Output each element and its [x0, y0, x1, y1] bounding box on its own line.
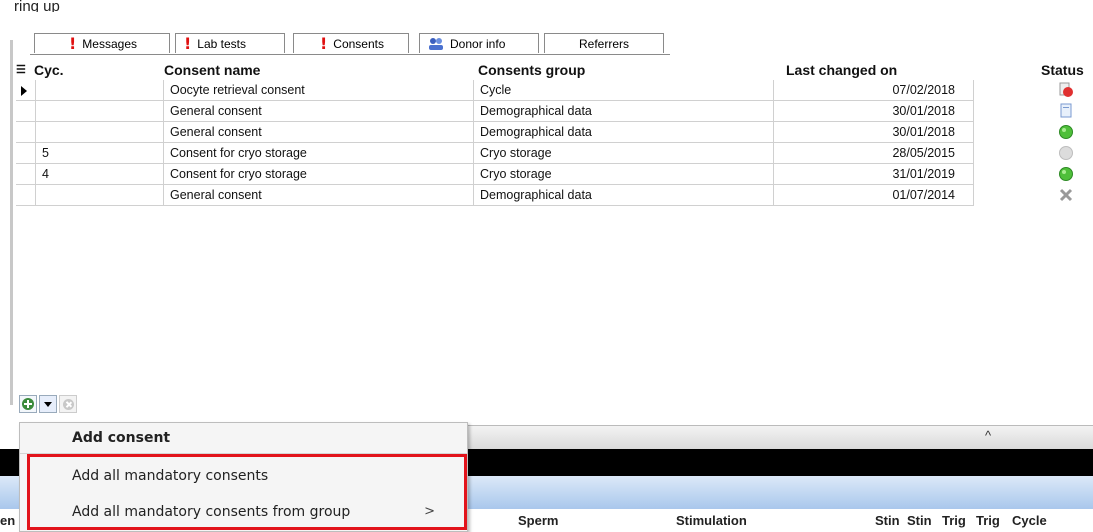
- cell-name[interactable]: Consent for cryo storage: [164, 164, 474, 185]
- panel-left-edge: [10, 40, 13, 405]
- cell-date[interactable]: 28/05/2015: [774, 143, 974, 164]
- row-indicator[interactable]: [16, 143, 36, 164]
- header-stimulation: Stimulation: [676, 513, 747, 528]
- cell-cycle[interactable]: [36, 122, 164, 143]
- red-document-icon: [1058, 82, 1074, 98]
- menu-item-label: Add consent: [72, 430, 171, 446]
- tab-label: Consents: [333, 36, 384, 51]
- cell-name[interactable]: Consent for cryo storage: [164, 143, 474, 164]
- table-row[interactable]: General consent Demographical data 30/01/2…: [16, 101, 1093, 122]
- tab-label: Referrers: [578, 36, 629, 51]
- table-row[interactable]: 5 Consent for cryo storage Cryo storage 28/…: [16, 143, 1093, 164]
- truncated-heading: ring up: [14, 0, 60, 12]
- header-stin-2: Stin: [907, 513, 932, 528]
- cell-date[interactable]: 30/01/2018: [774, 101, 974, 122]
- gray-circle-icon: [1058, 145, 1074, 161]
- exclamation-icon: !: [320, 33, 328, 53]
- chevron-up-icon[interactable]: ^: [985, 428, 991, 443]
- cell-group[interactable]: Demographical data: [474, 122, 774, 143]
- tab-strip: ! Messages ! Lab tests ! Consents Donor …: [34, 33, 674, 55]
- donor-icon: [429, 37, 443, 50]
- cell-name[interactable]: General consent: [164, 185, 474, 206]
- gray-x-icon: [1058, 187, 1074, 203]
- row-indicator[interactable]: [16, 122, 36, 143]
- header-stin-1: Stin: [875, 513, 900, 528]
- cell-group[interactable]: Cryo storage: [474, 164, 774, 185]
- row-indicator[interactable]: [16, 164, 36, 185]
- header-trig-2: Trig: [976, 513, 1000, 528]
- header-cycle[interactable]: Cyc.: [34, 60, 64, 80]
- column-chooser-icon[interactable]: ☰: [16, 60, 34, 80]
- cell-date[interactable]: 30/01/2018: [774, 122, 974, 143]
- tab-label: Messages: [82, 36, 137, 51]
- delete-consent-button[interactable]: [59, 395, 77, 413]
- cell-date[interactable]: 31/01/2019: [774, 164, 974, 185]
- table-row[interactable]: 4 Consent for cryo storage Cryo storage 31/…: [16, 164, 1093, 185]
- table-row[interactable]: General consent Demographical data 30/01/2…: [16, 122, 1093, 143]
- cell-cycle[interactable]: [36, 101, 164, 122]
- cell-name[interactable]: General consent: [164, 122, 474, 143]
- exclamation-icon: !: [184, 33, 192, 53]
- header-sperm: Sperm: [518, 513, 559, 528]
- tab-label: Donor info: [450, 36, 506, 51]
- cell-name[interactable]: General consent: [164, 101, 474, 122]
- chevron-down-icon: [44, 402, 52, 407]
- header-consent-name[interactable]: Consent name: [164, 60, 260, 80]
- header-status[interactable]: Status: [1041, 60, 1084, 80]
- tab-baseline: [30, 54, 670, 55]
- tab-lab-tests[interactable]: ! Lab tests: [175, 33, 285, 53]
- add-dropdown-button[interactable]: [39, 395, 57, 413]
- collapsed-panel-bar: [466, 425, 1093, 450]
- header-consents-group[interactable]: Consents group: [478, 60, 585, 80]
- add-consent-button[interactable]: [19, 395, 37, 413]
- cell-date[interactable]: 07/02/2018: [774, 80, 974, 101]
- tab-label: Lab tests: [197, 36, 246, 51]
- cell-cycle[interactable]: [36, 80, 164, 101]
- cell-group[interactable]: Cryo storage: [474, 143, 774, 164]
- cell-group[interactable]: Demographical data: [474, 101, 774, 122]
- header-cycle: Cycle: [1012, 513, 1047, 528]
- blue-document-icon: [1058, 103, 1074, 119]
- cell-group[interactable]: Demographical data: [474, 185, 774, 206]
- header-truncated: en: [0, 513, 16, 528]
- highlight-box: [27, 454, 467, 530]
- cell-date[interactable]: 01/07/2014: [774, 185, 974, 206]
- current-row-arrow-icon: [21, 86, 27, 96]
- header-last-changed[interactable]: Last changed on: [786, 60, 897, 80]
- plus-icon: [22, 398, 34, 410]
- cell-cycle[interactable]: [36, 185, 164, 206]
- cell-cycle[interactable]: 5: [36, 143, 164, 164]
- cell-group[interactable]: Cycle: [474, 80, 774, 101]
- cell-name[interactable]: Oocyte retrieval consent: [164, 80, 474, 101]
- tab-referrers[interactable]: Referrers: [544, 33, 664, 53]
- tab-consents[interactable]: ! Consents: [293, 33, 409, 53]
- row-indicator[interactable]: [16, 80, 36, 101]
- menu-item-add-consent[interactable]: Add consent: [20, 424, 467, 452]
- tab-messages[interactable]: ! Messages: [34, 33, 170, 53]
- table-row[interactable]: General consent Demographical data 01/07/2…: [16, 185, 1093, 206]
- exclamation-icon: !: [69, 33, 77, 53]
- consent-toolbar: [19, 395, 77, 413]
- row-indicator[interactable]: [16, 101, 36, 122]
- green-check-icon: [1058, 124, 1074, 140]
- header-trig-1: Trig: [942, 513, 966, 528]
- row-indicator[interactable]: [16, 185, 36, 206]
- tab-donor-info[interactable]: Donor info: [419, 33, 539, 53]
- table-row[interactable]: Oocyte retrieval consent Cycle 07/02/2018: [16, 80, 1093, 101]
- delete-icon: [63, 399, 74, 410]
- cell-cycle[interactable]: 4: [36, 164, 164, 185]
- green-check-icon: [1058, 166, 1074, 182]
